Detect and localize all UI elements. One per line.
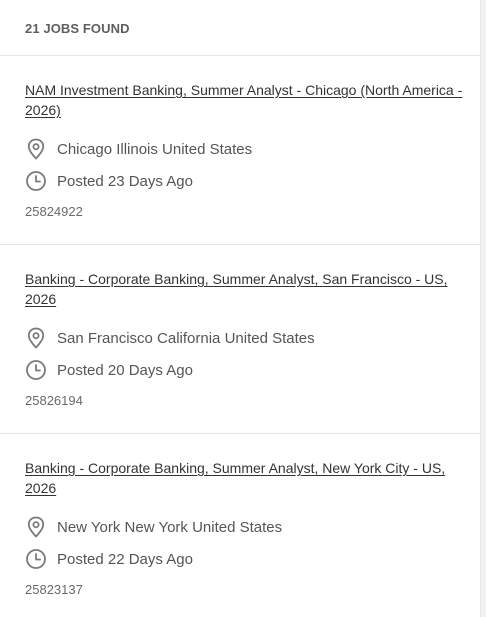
job-card: Banking - Corporate Banking, Summer Anal… [0, 434, 480, 617]
job-id: 25824922 [25, 204, 83, 219]
job-location: New York New York United States [57, 518, 283, 536]
clock-icon [25, 548, 47, 570]
job-location: San Francisco California United States [57, 329, 315, 347]
job-title-link[interactable]: Banking - Corporate Banking, Summer Anal… [25, 269, 465, 309]
job-posted-date: Posted 20 Days Ago [57, 361, 193, 379]
location-pin-icon [25, 138, 47, 160]
job-title-link[interactable]: NAM Investment Banking, Summer Analyst -… [25, 80, 465, 120]
job-posted-row: Posted 23 Days Ago [25, 170, 460, 192]
job-posted-date: Posted 22 Days Ago [57, 550, 193, 568]
job-search-results-page: 21 JOBS FOUND NAM Investment Banking, Su… [0, 0, 486, 617]
clock-icon [25, 359, 47, 381]
job-location-row: Chicago Illinois United States [25, 138, 460, 160]
clock-icon [25, 170, 47, 192]
job-title-link[interactable]: Banking - Corporate Banking, Summer Anal… [25, 458, 465, 498]
job-location-row: San Francisco California United States [25, 327, 460, 349]
job-location-row: New York New York United States [25, 516, 460, 538]
location-pin-icon [25, 327, 47, 349]
job-location: Chicago Illinois United States [57, 140, 253, 158]
job-posted-row: Posted 20 Days Ago [25, 359, 460, 381]
job-results-panel[interactable]: 21 JOBS FOUND NAM Investment Banking, Su… [0, 0, 481, 617]
results-header: 21 JOBS FOUND [0, 0, 480, 56]
job-posted-row: Posted 22 Days Ago [25, 548, 460, 570]
job-card: Banking - Corporate Banking, Summer Anal… [0, 245, 480, 434]
jobs-found-count: 21 JOBS FOUND [25, 21, 130, 36]
location-pin-icon [25, 516, 47, 538]
job-card: NAM Investment Banking, Summer Analyst -… [0, 56, 480, 245]
job-id: 25826194 [25, 393, 83, 408]
job-posted-date: Posted 23 Days Ago [57, 172, 193, 190]
panel-right-edge [481, 0, 486, 617]
job-id: 25823137 [25, 582, 83, 597]
